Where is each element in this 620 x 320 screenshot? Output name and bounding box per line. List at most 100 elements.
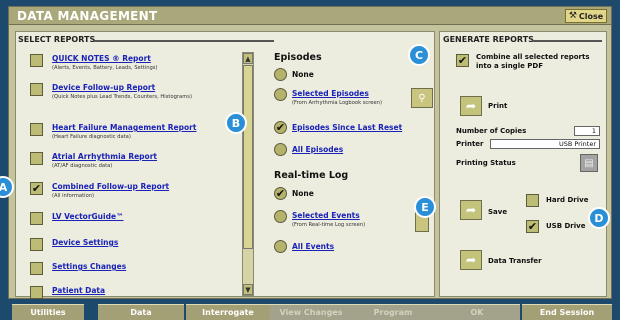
save-arrow-icon: ➦ <box>465 203 477 217</box>
scroll-down-button[interactable]: ▼ <box>243 284 253 295</box>
combine-pdf-label-line1: Combine all selected reports <box>476 53 590 61</box>
print-button[interactable]: ➦ <box>460 96 482 116</box>
generate-reports-heading: GENERATE REPORTS <box>443 35 534 44</box>
report-link[interactable]: Heart Failure Management Report <box>52 123 196 132</box>
report-checkbox[interactable] <box>30 83 43 96</box>
realtime-all-radio[interactable] <box>274 240 287 253</box>
close-label: Close <box>578 11 604 21</box>
report-checkbox[interactable] <box>30 152 43 165</box>
episodes-selected-link[interactable]: Selected Episodes <box>292 89 369 98</box>
transfer-arrow-icon: ➦ <box>465 253 477 267</box>
copies-field[interactable]: 1 <box>574 126 600 136</box>
reports-scrollbar[interactable]: ▲ ▼ <box>242 52 254 296</box>
usb-drive-checkbox[interactable]: ✔ <box>526 220 539 233</box>
realtime-selected-link[interactable]: Selected Events <box>292 211 360 220</box>
printer-status-icon: ▤ <box>580 154 598 172</box>
close-button[interactable]: ⚒ Close <box>565 9 607 23</box>
save-label: Save <box>488 208 508 216</box>
report-link[interactable]: Patient Data <box>52 286 105 295</box>
chevron-down-icon: ▼ <box>245 285 251 294</box>
checkmark-icon: ✔ <box>275 121 286 134</box>
print-arrow-icon: ➦ <box>465 99 477 113</box>
episodes-heading: Episodes <box>274 52 322 63</box>
combine-pdf-checkbox[interactable]: ✔ <box>456 54 469 67</box>
data-transfer-label: Data Transfer <box>488 257 542 265</box>
report-link[interactable]: Settings Changes <box>52 262 126 271</box>
report-description: (Quick Notes plus Lead Trends, Counters,… <box>52 94 193 100</box>
report-description: (AT/AF diagnostic data) <box>52 163 113 169</box>
episodes-since-reset-link[interactable]: Episodes Since Last Reset <box>292 123 402 132</box>
printer-select[interactable]: USB Printer <box>490 139 600 149</box>
callout-b: B <box>225 112 247 134</box>
ok-button[interactable]: OK <box>434 304 520 320</box>
checkmark-icon: ✔ <box>527 220 538 233</box>
report-checkbox[interactable] <box>30 238 43 251</box>
save-button[interactable]: ➦ <box>460 200 482 220</box>
realtime-all-link[interactable]: All Events <box>292 242 334 251</box>
report-item-heart-failure[interactable]: Heart Failure Management Report (Heart F… <box>30 123 230 151</box>
window-title: DATA MANAGEMENT <box>17 9 158 23</box>
realtime-selected-desc: (From Real-time Log screen) <box>292 222 366 228</box>
report-link[interactable]: Device Follow-up Report <box>52 83 155 92</box>
generate-reports-panel: GENERATE REPORTS ✔ Combine all selected … <box>439 31 607 297</box>
report-description: (All information) <box>52 193 95 199</box>
data-management-window: DATA MANAGEMENT ⚒ Close SELECT REPORTS Q… <box>8 6 612 299</box>
view-changes-button[interactable]: View Changes <box>270 304 352 320</box>
report-item-device-follow-up[interactable]: Device Follow-up Report (Quick Notes plu… <box>30 83 230 111</box>
report-link[interactable]: QUICK NOTES ® Report <box>52 54 151 63</box>
episodes-all-radio[interactable] <box>274 143 287 156</box>
checkmark-icon: ✔ <box>31 182 42 195</box>
report-item-lv-vectorguide[interactable]: LV VectorGuide™ <box>30 212 230 240</box>
generate-reports-rule <box>532 40 602 42</box>
episodes-selected-desc: (From Arrhythmia Logbook screen) <box>292 100 382 106</box>
report-checkbox[interactable] <box>30 54 43 67</box>
copies-label: Number of Copies <box>456 127 527 135</box>
data-transfer-button[interactable]: ➦ <box>460 250 482 270</box>
interrogate-button[interactable]: Interrogate <box>186 304 270 320</box>
magnifier-icon: ⚲ <box>418 92 426 104</box>
episodes-none-radio[interactable] <box>274 68 287 81</box>
report-checkbox[interactable] <box>30 286 43 299</box>
select-reports-heading: SELECT REPORTS <box>18 35 96 44</box>
episodes-none-label[interactable]: None <box>292 70 314 79</box>
report-link[interactable]: Atrial Arrhythmia Report <box>52 152 157 161</box>
report-checkbox-checked[interactable]: ✔ <box>30 182 43 195</box>
utilities-button[interactable]: Utilities <box>12 304 84 320</box>
report-checkbox[interactable] <box>30 123 43 136</box>
end-session-button[interactable]: End Session <box>522 304 612 320</box>
report-description: (Alerts, Events, Battery, Leads, Setting… <box>52 65 158 71</box>
program-button[interactable]: Program <box>352 304 434 320</box>
realtime-selected-radio[interactable] <box>274 210 287 223</box>
select-reports-panel: SELECT REPORTS QUICK NOTES ® Report (Ale… <box>15 31 435 299</box>
report-link[interactable]: Combined Follow-up Report <box>52 182 169 191</box>
episodes-selected-radio[interactable] <box>274 88 287 101</box>
select-reports-rule <box>94 40 274 42</box>
report-link[interactable]: Device Settings <box>52 238 118 247</box>
data-button[interactable]: Data <box>98 304 184 320</box>
realtime-none-radio[interactable]: ✔ <box>274 187 287 200</box>
printing-status-label: Printing Status <box>456 159 516 167</box>
print-label: Print <box>488 102 508 110</box>
wrench-icon: ⚒ <box>568 11 577 21</box>
episodes-search-button[interactable]: ⚲ <box>411 88 433 108</box>
callout-e: E <box>414 196 436 218</box>
report-checkbox[interactable] <box>30 262 43 275</box>
episodes-all-link[interactable]: All Episodes <box>292 145 343 154</box>
chevron-up-icon: ▲ <box>245 54 251 63</box>
episodes-since-reset-radio[interactable]: ✔ <box>274 121 287 134</box>
callout-c: C <box>408 44 430 66</box>
report-item-quick-notes[interactable]: QUICK NOTES ® Report (Alerts, Events, Ba… <box>30 54 230 82</box>
scroll-up-button[interactable]: ▲ <box>243 53 253 64</box>
report-description: (Heart Failure diagnostic data) <box>52 134 131 140</box>
report-checkbox[interactable] <box>30 212 43 225</box>
checkmark-icon: ✔ <box>457 54 468 67</box>
hard-drive-checkbox[interactable] <box>526 194 539 207</box>
hard-drive-label: Hard Drive <box>546 196 589 204</box>
realtime-none-label[interactable]: None <box>292 189 314 198</box>
usb-drive-label: USB Drive <box>546 222 586 230</box>
scroll-thumb[interactable] <box>243 65 253 249</box>
callout-d: D <box>588 207 610 229</box>
report-link[interactable]: LV VectorGuide™ <box>52 212 124 221</box>
report-item-atrial-arrhythmia[interactable]: Atrial Arrhythmia Report (AT/AF diagnost… <box>30 152 230 180</box>
report-item-combined-follow-up[interactable]: ✔ Combined Follow-up Report (All informa… <box>30 182 230 210</box>
